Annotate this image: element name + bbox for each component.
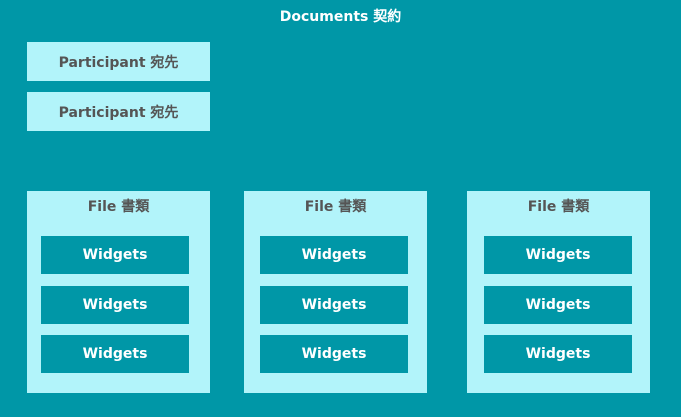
participant-box: Participant 宛先	[27, 42, 210, 81]
file-group: File 書類 Widgets Widgets Widgets	[27, 191, 210, 393]
widget-box: Widgets	[41, 236, 189, 274]
documents-container: Documents 契約 Participant 宛先 Participant …	[0, 0, 681, 417]
widget-box: Widgets	[260, 286, 408, 324]
file-title: File 書類	[527, 199, 590, 215]
participant-box: Participant 宛先	[27, 92, 210, 131]
widget-box: Widgets	[41, 286, 189, 324]
widget-box: Widgets	[484, 236, 632, 274]
file-title: File 書類	[304, 199, 367, 215]
file-group: File 書類 Widgets Widgets Widgets	[467, 191, 650, 393]
file-group: File 書類 Widgets Widgets Widgets	[244, 191, 427, 393]
widget-box: Widgets	[260, 335, 408, 373]
widget-box: Widgets	[484, 335, 632, 373]
widget-box: Widgets	[484, 286, 632, 324]
widget-box: Widgets	[41, 335, 189, 373]
file-title: File 書類	[87, 199, 150, 215]
widget-box: Widgets	[260, 236, 408, 274]
documents-title: Documents 契約	[279, 9, 402, 25]
